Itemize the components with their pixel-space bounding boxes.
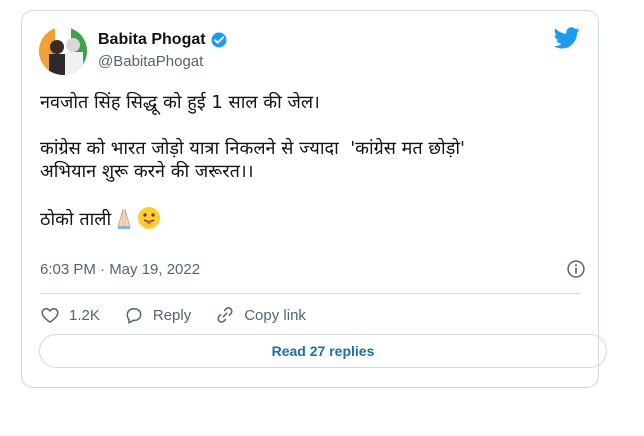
tweet-line-3: ठोको ताली [40,209,112,230]
reply-label: Reply [152,306,192,324]
like-button[interactable]: 1.2K [40,305,100,325]
tweet-text: नवजोत सिंह सिद्धू को हुई 1 साल की जेल। क… [40,91,580,231]
author-name-text: Babita Phogat [98,31,206,48]
folded-hands-icon [117,208,131,229]
verified-badge-icon [211,32,227,48]
copy-link-label: Copy link [244,306,306,324]
reply-button[interactable]: Reply [124,305,191,325]
tweet-line-1: नवजोत सिंह सिद्धू को हुई 1 साल की जेल। [40,92,320,113]
face-with-tongue-icon [138,207,161,229]
tweet-line-2: कांग्रेस को भारत जोड़ो यात्रा निकलने से … [40,138,465,182]
tweet-line-3-row: ठोको ताली [40,206,580,231]
like-count: 1.2K [69,306,100,324]
info-icon[interactable] [566,259,586,279]
tweet-card[interactable]: Babita Phogat @BabitaPhogat नवजोत सिंह स… [21,10,599,388]
twitter-bird-icon[interactable] [554,27,580,49]
heart-icon [41,308,59,323]
copy-link-button[interactable]: Copy link [215,305,306,325]
author-avatar[interactable] [39,27,87,75]
tweet-actions: 1.2K Reply Copy link [40,303,330,327]
tweet-timestamp[interactable]: 6:03 PM · May 19, 2022 [40,261,200,278]
reply-bubble-icon [126,308,142,324]
read-replies-button[interactable]: Read 27 replies [39,334,607,368]
divider [40,293,580,294]
link-icon [217,307,233,323]
author-name[interactable]: Babita Phogat [98,31,228,49]
author-handle[interactable]: @BabitaPhogat [98,53,203,70]
